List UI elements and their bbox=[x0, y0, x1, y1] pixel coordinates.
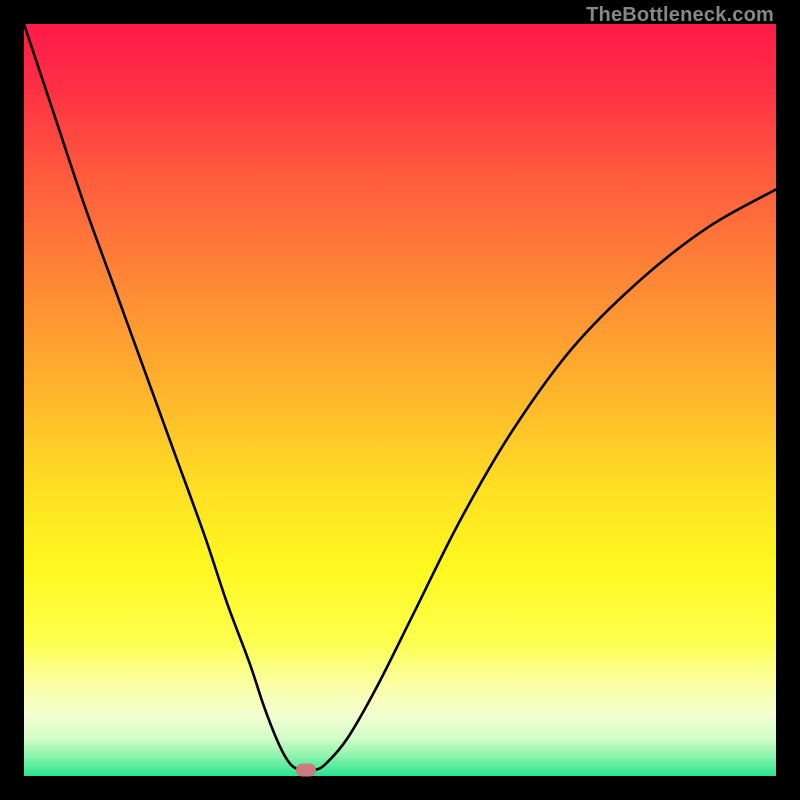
watermark-text: TheBottleneck.com bbox=[586, 4, 774, 27]
plot-area bbox=[24, 24, 776, 776]
chart-frame: TheBottleneck.com bbox=[0, 0, 800, 800]
curve-layer bbox=[24, 24, 776, 776]
bottleneck-curve bbox=[24, 24, 776, 771]
optimal-marker-icon bbox=[296, 763, 316, 776]
